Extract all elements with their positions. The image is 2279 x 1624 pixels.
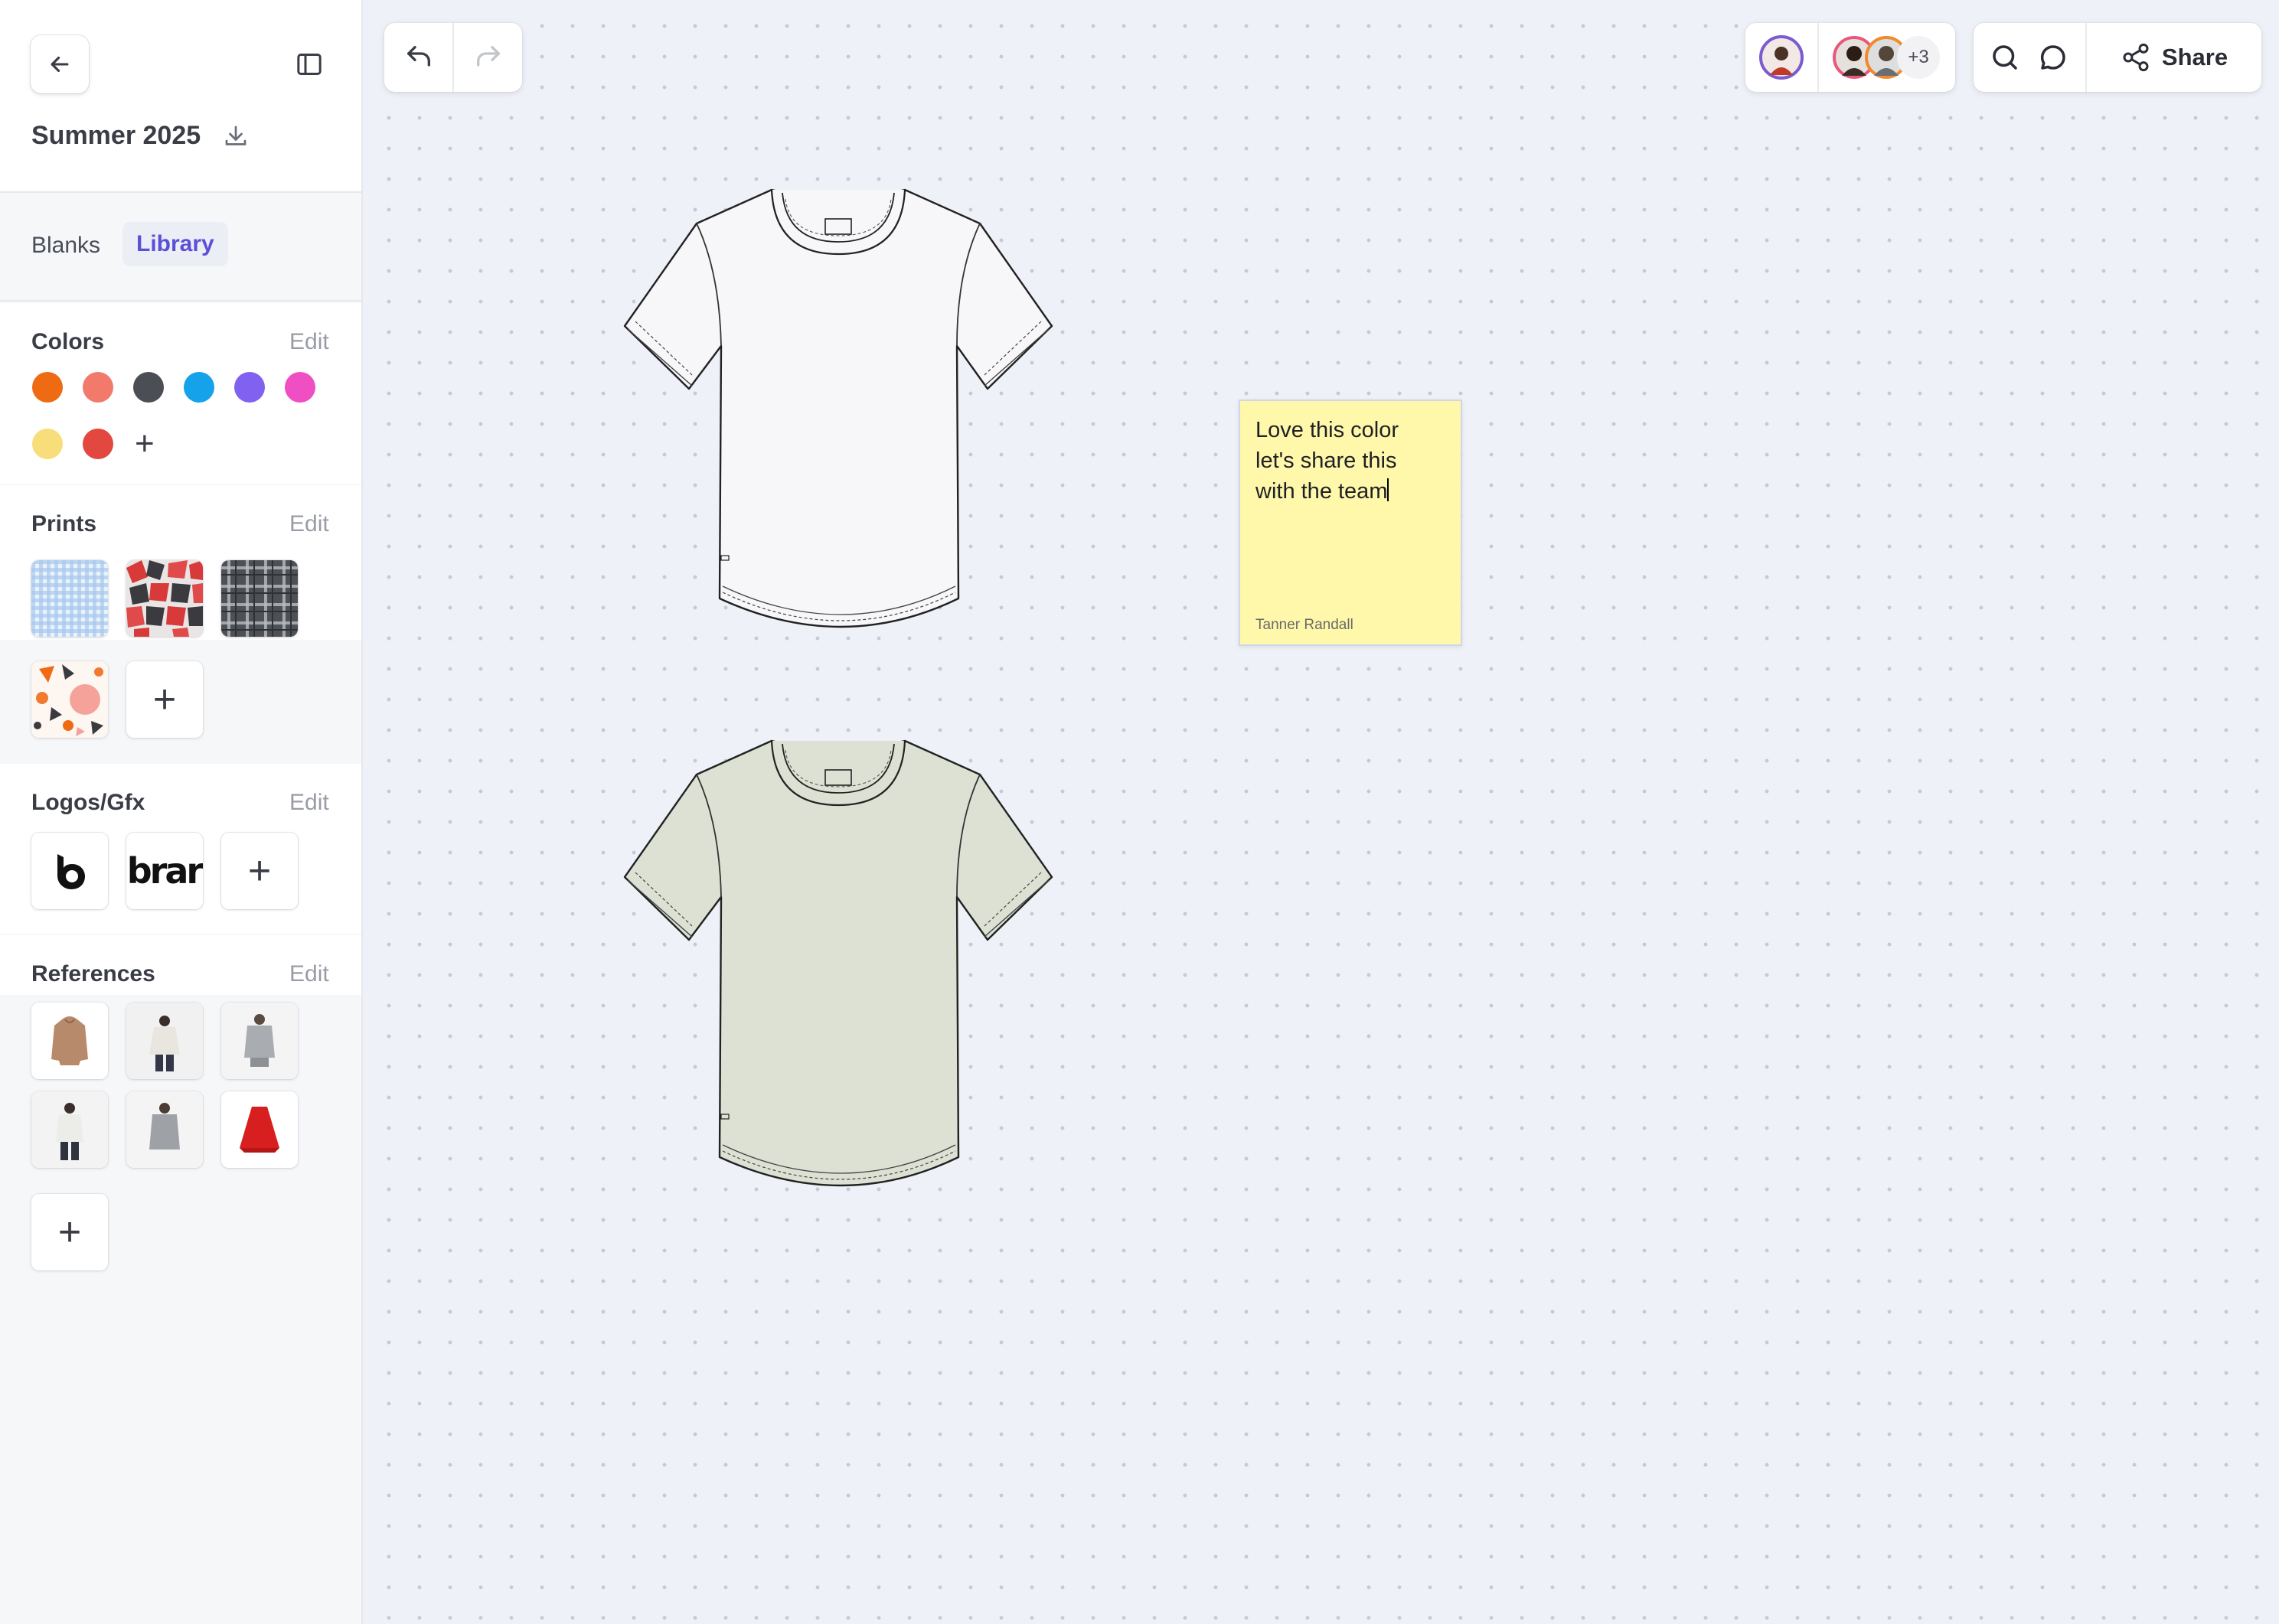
prints-title: Prints [31,511,97,536]
color-swatch[interactable] [32,372,63,403]
current-user-avatar-slot[interactable] [1745,23,1817,92]
reference-red-dress[interactable] [221,1091,298,1168]
avatar [1759,35,1804,80]
red-geometric-print [126,560,203,637]
white-tshirt[interactable] [612,181,1064,647]
library-sidebar: Summer 2025 Blanks Library Colors Edit +… [0,0,363,1624]
color-swatch[interactable] [32,429,63,459]
color-swatch[interactable] [184,372,214,403]
back-button[interactable] [31,35,89,93]
tshirt-body [623,188,1053,628]
prints-edit-button[interactable]: Edit [289,511,329,537]
terrazzo-print [31,661,108,738]
sidebar-panel-icon [297,54,322,75]
undo-icon [406,46,430,67]
tshirt-body [623,739,1053,1187]
redo-icon [476,46,500,67]
color-swatch[interactable] [285,372,315,403]
arrow-left-icon [51,56,69,73]
share-button[interactable]: Share [2087,23,2261,92]
add-logo-button[interactable]: + [221,833,298,909]
white-sweater-reference [126,1003,203,1079]
reference-gray-shirt[interactable] [126,1091,203,1168]
print-gray-plaid[interactable] [221,560,298,637]
gray-shirt-reference [126,1091,203,1168]
text-cursor [1387,478,1389,501]
design-canvas[interactable]: +3 Share Love this color let's share thi… [363,0,2279,1624]
project-title[interactable]: Summer 2025 [31,121,201,151]
tab-library[interactable]: Library [122,222,228,266]
brand-wordmark-logo: ıbrar [126,850,203,892]
references-title: References [31,961,155,986]
red-dress-reference [221,1091,298,1168]
reference-white-sweater[interactable] [126,1003,203,1079]
color-swatch[interactable] [83,429,113,459]
collaborators-group[interactable]: +3 [1819,23,1955,92]
colors-section: Colors Edit + [0,303,361,484]
history-toolbar [384,23,522,92]
share-label: Share [2161,44,2228,70]
toggle-sidebar-button[interactable] [286,41,332,87]
search-button[interactable] [1974,23,2021,92]
print-blue-gingham[interactable] [31,560,108,637]
color-swatch[interactable] [133,372,164,403]
logo-b[interactable] [31,833,108,909]
comment-icon [2040,45,2065,70]
print-red-geometric[interactable] [126,560,203,637]
undo-button[interactable] [384,23,452,92]
logos-edit-button[interactable]: Edit [289,790,329,816]
tan-hoodie-reference [31,1003,108,1079]
share-icon [2123,43,2149,72]
extra-collaborators-badge[interactable]: +3 [1897,36,1940,79]
colors-title: Colors [31,329,105,354]
tab-blanks[interactable]: Blanks [31,233,100,259]
comments-button[interactable] [2021,23,2085,92]
b-logo [57,854,85,889]
download-button[interactable] [222,122,250,154]
add-color-button[interactable]: + [135,427,155,461]
sidebar-header: Summer 2025 [0,0,361,193]
add-reference-button[interactable]: + [31,1194,108,1270]
add-print-button[interactable]: + [126,661,203,738]
logo-brand-wordmark[interactable]: ıbrar [126,833,203,909]
white-jacket-reference [31,1091,108,1168]
sage-tshirt[interactable] [606,732,1066,1206]
sticky-note-body: Love this color let's share this with th… [1255,418,1399,504]
color-swatch[interactable] [83,372,113,403]
color-swatch[interactable] [234,372,265,403]
actions-toolbar: Share [1974,23,2261,92]
redo-button[interactable] [454,23,522,92]
reference-white-jacket[interactable] [31,1091,108,1168]
reference-gray-tee[interactable] [221,1003,298,1079]
gray-tee-reference [221,1003,298,1079]
download-icon [225,126,247,145]
blue-gingham-print [31,560,108,637]
reference-tan-hoodie[interactable] [31,1003,108,1079]
references-section: References Edit [0,935,361,995]
extra-collaborators-count: +3 [1908,47,1929,67]
sticky-note-author: Tanner Randall [1255,617,1353,633]
references-edit-button[interactable]: Edit [289,961,329,987]
logos-title: Logos/Gfx [31,790,145,815]
print-terrazzo[interactable] [31,661,108,738]
collaborators-bar: +3 [1745,23,1955,92]
colors-edit-button[interactable]: Edit [289,329,329,355]
search-icon [1993,45,2017,70]
sticky-note-text[interactable]: Love this color let's share this with th… [1255,415,1447,507]
gray-plaid-print [221,560,298,637]
sticky-note[interactable]: Love this color let's share this with th… [1239,399,1462,646]
